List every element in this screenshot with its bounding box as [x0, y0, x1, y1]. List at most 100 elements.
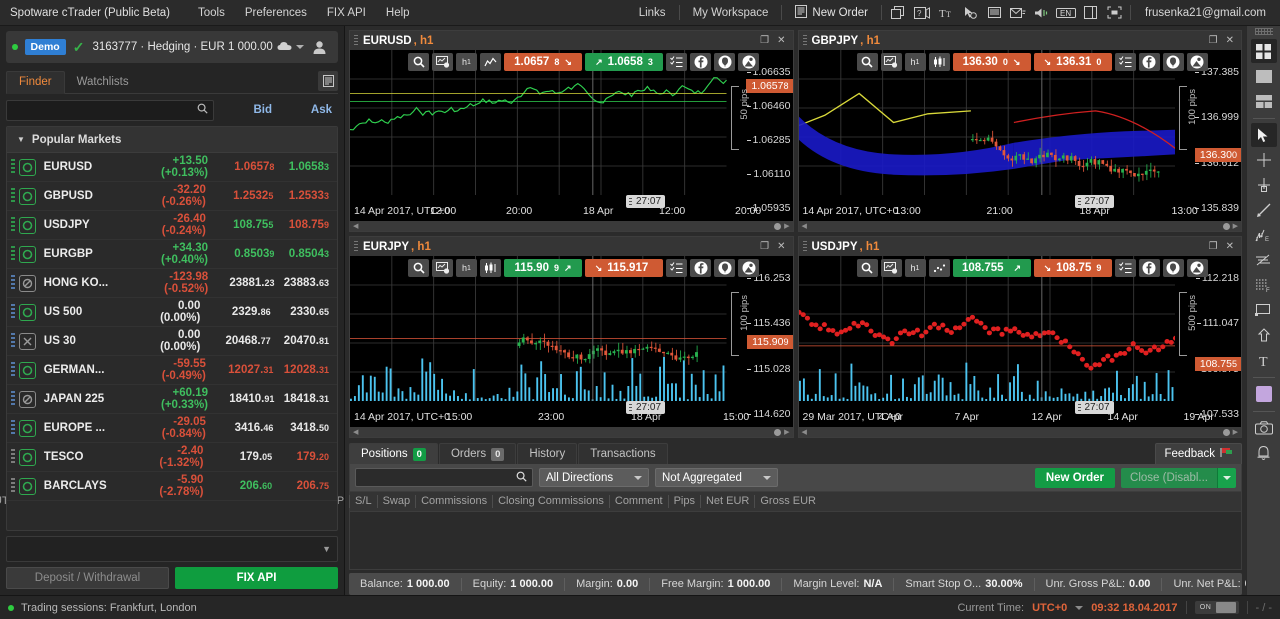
user-email[interactable]: frusenka21@gmail.com — [1135, 7, 1272, 19]
facebook-icon[interactable] — [1139, 53, 1160, 71]
scroll-right-group[interactable]: ▶ — [1223, 428, 1238, 436]
bid-quote-button[interactable]: 1.06578↘ — [504, 53, 582, 71]
text-icon[interactable]: T — [1251, 348, 1277, 372]
drag-handle[interactable] — [11, 188, 15, 204]
market-bid[interactable]: 1.25325 — [216, 190, 273, 202]
chart-settings-icon[interactable] — [881, 259, 902, 277]
person-chart-icon[interactable] — [1187, 259, 1208, 277]
trend-line-icon[interactable] — [1251, 198, 1277, 222]
chart-time-axis[interactable]: 14 Apr 2017, UTC+013:0021:0018 Apr13:002… — [799, 195, 1176, 221]
drag-handle[interactable] — [11, 304, 15, 320]
chevron-down-icon[interactable] — [296, 45, 304, 49]
zoom-icon[interactable] — [408, 53, 429, 71]
zoom-icon[interactable] — [857, 259, 878, 277]
positions-table-body[interactable] — [349, 512, 1242, 570]
chart-type-icon[interactable] — [480, 53, 501, 71]
deposit-withdrawal-button[interactable]: Deposit / Withdrawal — [6, 567, 169, 589]
market-row[interactable]: BARCLAYS-5.90 (-2.78%)206.60206.75 — [7, 472, 337, 501]
chart-plot-area[interactable] — [350, 50, 727, 195]
panel-layout-icon[interactable] — [1078, 3, 1102, 23]
new-order-button-top[interactable]: New Order — [786, 5, 877, 21]
market-ask[interactable]: 179.20 — [272, 451, 331, 463]
market-ask[interactable]: 12028.31 — [273, 364, 331, 376]
drag-handle[interactable] — [11, 362, 15, 378]
market-list[interactable]: EURUSD+13.50 (+0.13%)1.065781.06583GBPUS… — [7, 153, 337, 530]
chart-price-axis[interactable]: 116.253115.436115.028114.620115.909100 p… — [727, 256, 793, 401]
chart-scrollbar[interactable]: ◀▶ — [799, 221, 1242, 231]
market-row[interactable]: EURUSD+13.50 (+0.13%)1.065781.06583 — [7, 153, 337, 182]
maximize-icon[interactable]: ❐ — [760, 35, 769, 46]
market-row[interactable]: US 300.00 (0.00%)20468.7720470.81 — [7, 327, 337, 356]
copy-icon[interactable] — [886, 3, 910, 23]
bid-quote-button[interactable]: 115.909↗ — [504, 259, 582, 277]
scroll-thumb[interactable] — [1223, 429, 1230, 436]
tab-transactions[interactable]: Transactions — [578, 443, 667, 464]
market-row[interactable]: US 5000.00 (0.00%)2329.862330.65 — [7, 298, 337, 327]
chart-titlebar[interactable]: USDJPY, h1❐✕ — [799, 237, 1242, 256]
menu-item-tools[interactable]: Tools — [188, 0, 235, 26]
market-row[interactable]: EURGBP+34.30 (+0.40%)0.850390.85043 — [7, 240, 337, 269]
color-swatch-icon[interactable] — [1251, 382, 1277, 406]
scroll-right-icon[interactable]: ▶ — [784, 222, 789, 230]
single-layout-icon[interactable] — [1251, 64, 1277, 88]
tab-history[interactable]: History — [517, 443, 577, 464]
close-icon[interactable]: ✕ — [777, 35, 785, 46]
scroll-thumb[interactable] — [774, 429, 781, 436]
facebook-icon[interactable] — [1139, 259, 1160, 277]
market-bid[interactable]: 18410.91 — [218, 393, 274, 405]
maximize-icon[interactable]: ❐ — [760, 241, 769, 252]
positions-search-input[interactable] — [355, 468, 533, 487]
chart-plot-area[interactable] — [799, 256, 1176, 401]
timezone-select[interactable]: UTC+0 — [1032, 602, 1083, 614]
chart-type-icon[interactable] — [480, 259, 501, 277]
market-bid[interactable]: 0.85039 — [218, 248, 274, 260]
drag-handle[interactable] — [11, 275, 15, 291]
balloon-icon[interactable] — [1163, 53, 1184, 71]
column-header-ask[interactable]: Ask — [276, 104, 338, 116]
indicators-icon[interactable] — [1115, 259, 1136, 277]
scroll-thumb[interactable] — [1223, 223, 1230, 230]
market-ask[interactable]: 2330.65 — [271, 306, 331, 318]
balloon-icon[interactable] — [714, 53, 735, 71]
indicators-icon[interactable] — [666, 53, 687, 71]
drag-handle[interactable] — [11, 246, 15, 262]
drag-handle[interactable] — [11, 159, 15, 175]
market-row[interactable]: EUROPE ...-29.05 (-0.84%)3416.463418.50 — [7, 414, 337, 443]
menu-item-fixapi[interactable]: FIX API — [317, 0, 376, 26]
fibonacci-fan-icon[interactable]: F — [1251, 273, 1277, 297]
split-layout-icon[interactable] — [1251, 89, 1277, 113]
direction-filter-select[interactable]: All Directions — [539, 468, 649, 487]
close-icon[interactable]: ✕ — [777, 241, 785, 252]
market-bid[interactable]: 179.05 — [213, 451, 272, 463]
market-ask[interactable]: 206.75 — [272, 480, 331, 492]
column-header[interactable]: Closing Commissions — [493, 495, 610, 508]
cursor-add-icon[interactable] — [958, 3, 982, 23]
cursor-icon[interactable] — [1251, 123, 1277, 147]
column-header[interactable]: Swap — [378, 495, 417, 508]
drag-handle[interactable] — [803, 241, 807, 252]
market-ask[interactable]: 1.06583 — [274, 161, 331, 173]
column-header[interactable]: Commissions — [416, 495, 493, 508]
person-chart-icon[interactable] — [738, 53, 759, 71]
scroll-right-icon[interactable]: ▶ — [1233, 222, 1238, 230]
rail-grip[interactable] — [1255, 28, 1273, 35]
market-group-header[interactable]: ▼ Popular Markets — [7, 127, 337, 153]
scroll-right-group[interactable]: ▶ — [774, 222, 789, 230]
sound-icon[interactable] — [1030, 3, 1054, 23]
video-help-icon[interactable]: ? — [910, 3, 934, 23]
chart-type-icon[interactable] — [929, 53, 950, 71]
text-tool-icon[interactable]: TT — [934, 3, 958, 23]
zoom-icon[interactable] — [408, 259, 429, 277]
drag-handle[interactable] — [11, 420, 15, 436]
market-bid[interactable]: 20468.77 — [210, 335, 270, 347]
market-bid[interactable]: 23881.23 — [218, 277, 274, 289]
column-header[interactable]: Net EUR — [701, 495, 755, 508]
drag-handle[interactable] — [354, 241, 358, 252]
chart-canvas[interactable]: 1.066351.064601.062851.061101.059351.065… — [350, 50, 793, 221]
drag-handle[interactable] — [803, 35, 807, 46]
chart-canvas[interactable]: 116.253115.436115.028114.620115.909100 p… — [350, 256, 793, 427]
tab-finder[interactable]: Finder — [6, 71, 65, 94]
menu-item-preferences[interactable]: Preferences — [235, 0, 317, 26]
ask-quote-button[interactable]: ↘108.759 — [1034, 259, 1112, 277]
feedback-button[interactable]: Feedback — [1155, 443, 1242, 464]
